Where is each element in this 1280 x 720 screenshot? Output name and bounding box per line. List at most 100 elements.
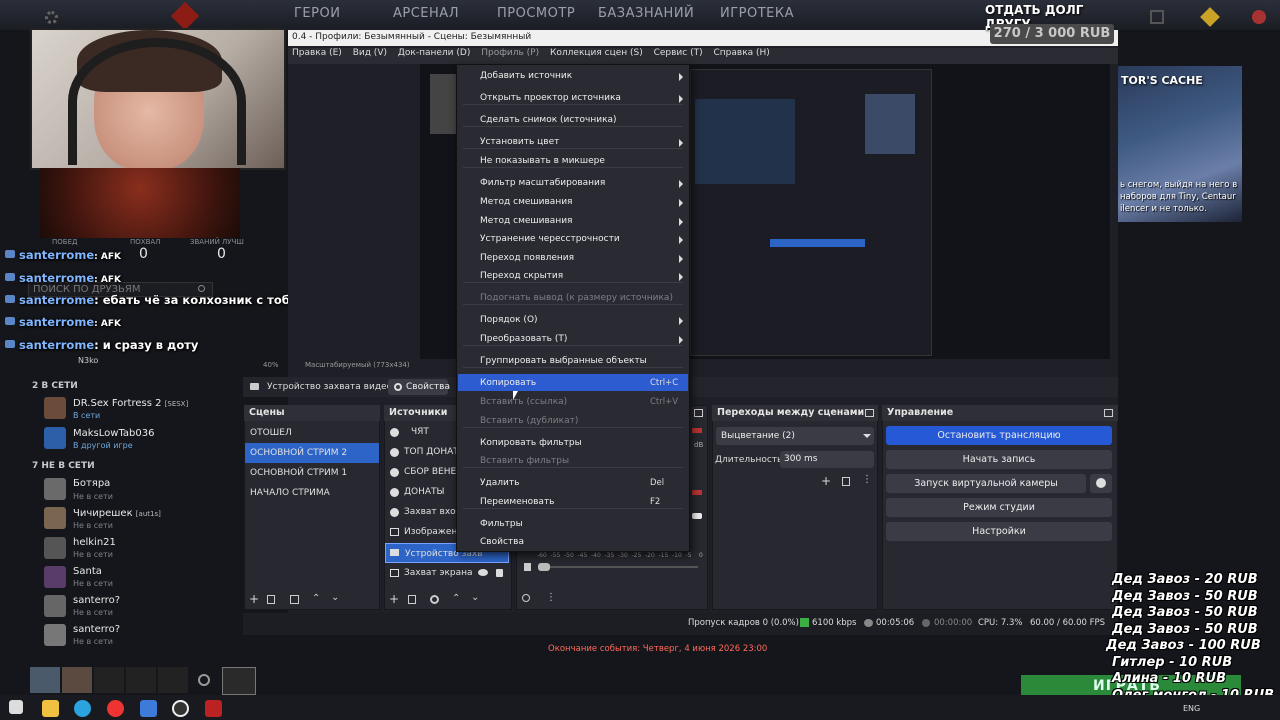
dota-plus-icon[interactable] [222, 667, 256, 695]
gear-icon[interactable] [430, 595, 439, 604]
online-group-header[interactable]: 2 В СЕТИ [32, 381, 78, 391]
party-slot[interactable] [126, 667, 156, 693]
yandex-browser-icon[interactable] [107, 700, 124, 717]
move-up-icon[interactable]: ⌃ [312, 593, 320, 604]
party-slot[interactable] [62, 667, 92, 693]
power-icon[interactable] [1252, 10, 1266, 24]
context-menu-item[interactable]: Установить цвет [480, 137, 559, 147]
menu-tools[interactable]: Сервис (T) [652, 48, 705, 58]
context-menu-item[interactable]: Копировать фильтры [480, 438, 582, 448]
menu-edit[interactable]: Правка (E) [290, 48, 344, 58]
preview-scale-label[interactable]: Масштабируемый (773x434) [305, 361, 410, 369]
stop-streaming-button[interactable]: Остановить трансляцию [886, 426, 1112, 445]
context-menu-item[interactable]: Группировать выбранные объекты [480, 356, 647, 366]
context-menu-item[interactable]: Порядок (O) [480, 315, 538, 325]
app-icon[interactable] [140, 700, 157, 717]
friend-name[interactable]: Santa [73, 566, 102, 577]
friend-name[interactable]: Ботяра [73, 478, 110, 489]
settings-gear-icon[interactable] [45, 11, 58, 24]
virtual-camera-settings-button[interactable] [1090, 474, 1112, 493]
scene-item-selected[interactable]: ОСНОВНОЙ СТРИМ 2 [245, 443, 379, 463]
language-indicator[interactable]: ENG [1183, 704, 1200, 713]
dota-taskbar-icon[interactable] [205, 700, 222, 717]
context-menu-item[interactable]: Не показывать в микшере [480, 156, 605, 166]
visibility-eye-icon[interactable] [478, 569, 488, 576]
duration-input[interactable]: 300 ms [780, 451, 874, 468]
friend-name[interactable]: DR.Sex Fortress 2 [SESX] [73, 398, 188, 409]
avatar[interactable] [44, 566, 66, 588]
friend-name[interactable]: Чичирешек [aut1s] [73, 508, 161, 519]
headset-icon[interactable] [198, 674, 210, 686]
party-slot[interactable] [30, 667, 60, 693]
start-virtual-camera-button[interactable]: Запуск виртуальной камеры [886, 474, 1086, 493]
settings-button[interactable]: Настройки [886, 522, 1112, 541]
volume-slider[interactable] [538, 566, 698, 568]
menu-help[interactable]: Справка (H) [712, 48, 772, 58]
preview-zoom-label[interactable]: 40% [263, 361, 279, 369]
trash-icon[interactable] [842, 477, 850, 486]
avatar[interactable] [44, 427, 66, 449]
lock-icon[interactable] [496, 569, 503, 577]
context-menu-item[interactable]: Открыть проектор источника [480, 93, 621, 103]
friend-name[interactable]: MaksLowTab036 [73, 428, 154, 439]
add-scene-button[interactable]: + [249, 592, 259, 606]
context-menu-item[interactable]: Фильтры [480, 519, 523, 529]
dock-undock-icon[interactable] [1104, 409, 1113, 417]
menu-view[interactable]: Вид (V) [351, 48, 389, 58]
trash-icon[interactable] [408, 595, 416, 604]
context-menu-item[interactable]: Метод смешивания [480, 216, 572, 226]
friend-name[interactable]: santerro? [73, 624, 120, 635]
nav-watch[interactable]: ПРОСМОТР [497, 6, 575, 21]
obs-taskbar-icon[interactable] [172, 700, 189, 717]
friend-name[interactable]: helkin21 [73, 537, 116, 548]
source-item[interactable]: Захват экрана [385, 563, 511, 583]
context-menu-item[interactable]: Свойства [480, 537, 524, 547]
context-menu-item[interactable]: Добавить источник [480, 71, 572, 81]
scene-item[interactable]: ОТОШЕЛ [245, 423, 379, 443]
studio-mode-button[interactable]: Режим студии [886, 498, 1112, 517]
nav-arcade[interactable]: ИГРОТЕКА [720, 6, 794, 21]
context-menu-item[interactable]: Копировать [480, 378, 536, 388]
context-menu-item[interactable]: Преобразовать (T) [480, 334, 567, 344]
more-options-icon[interactable]: ⋮ [546, 592, 556, 603]
nav-heroes[interactable]: ГЕРОИ [294, 6, 340, 21]
context-menu-item[interactable]: Переименовать [480, 497, 555, 507]
context-menu-item[interactable]: Устранение чересстрочности [480, 234, 620, 244]
avatar[interactable] [44, 507, 66, 529]
windows-start-icon[interactable] [9, 700, 23, 714]
party-slot[interactable] [94, 667, 124, 693]
transition-select[interactable]: Выцветание (2) [716, 427, 874, 445]
scene-item[interactable]: ОСНОВНОЙ СТРИМ 1 [245, 463, 379, 483]
nav-armory[interactable]: АРСЕНАЛ [393, 6, 459, 21]
scene-item[interactable]: НАЧАЛО СТРИМА [245, 483, 379, 503]
avatar[interactable] [44, 397, 66, 419]
add-transition-button[interactable]: + [821, 474, 831, 488]
move-down-icon[interactable]: ⌄ [331, 592, 339, 603]
trash-icon[interactable] [267, 595, 275, 604]
filter-icon[interactable] [290, 595, 299, 604]
move-down-icon[interactable]: ⌄ [471, 592, 479, 603]
avatar[interactable] [44, 595, 66, 617]
context-menu-item[interactable]: Метод смешивания [480, 197, 572, 207]
more-options-icon[interactable]: ⋮ [862, 474, 872, 485]
dock-undock-icon[interactable] [865, 409, 874, 417]
volume-slider-knob[interactable] [692, 513, 702, 519]
start-recording-button[interactable]: Начать запись [886, 450, 1112, 469]
avatar[interactable] [44, 624, 66, 646]
add-source-button[interactable]: + [389, 592, 399, 606]
avatar[interactable] [44, 478, 66, 500]
nav-knowledge-base[interactable]: БАЗАЗНАНИЙ [598, 6, 694, 21]
menu-scene-collection[interactable]: Коллекция сцен (S) [548, 48, 645, 58]
party-slot[interactable] [158, 667, 188, 693]
offline-group-header[interactable]: 7 НЕ В СЕТИ [32, 461, 95, 471]
move-up-icon[interactable]: ⌃ [452, 593, 460, 604]
volume-slider-knob[interactable] [538, 563, 550, 571]
context-menu-item[interactable]: Переход появления [480, 253, 574, 263]
context-menu-item[interactable]: Переход скрытия [480, 271, 563, 281]
menu-docks[interactable]: Док-панели (D) [396, 48, 472, 58]
telegram-icon[interactable] [74, 700, 91, 717]
file-explorer-icon[interactable] [42, 700, 59, 717]
friend-name[interactable]: santerro? [73, 595, 120, 606]
context-menu-item[interactable]: Фильтр масштабирования [480, 178, 605, 188]
advanced-audio-icon[interactable] [522, 594, 530, 602]
